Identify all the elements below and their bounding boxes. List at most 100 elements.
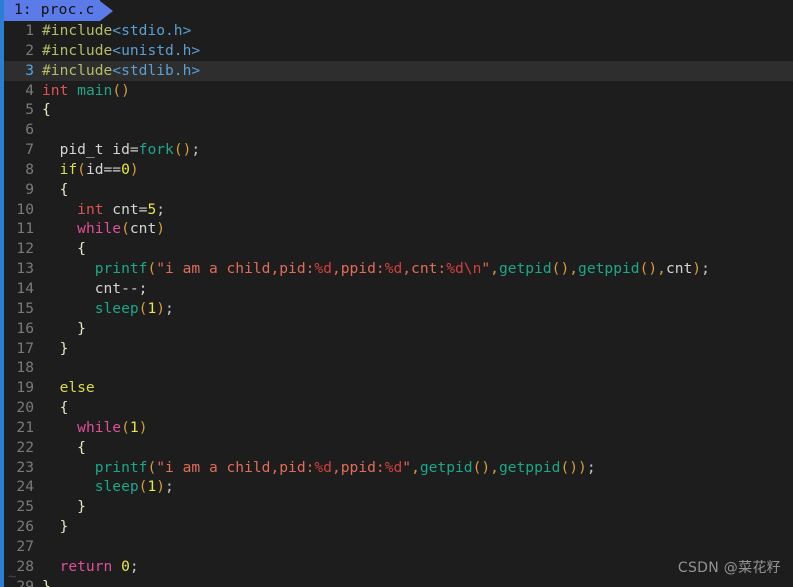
line-source: sleep(1);	[34, 299, 174, 319]
code-token: 1	[130, 419, 139, 436]
line-number: 21	[0, 418, 34, 438]
code-line[interactable]: 21 while(1)	[0, 418, 793, 438]
code-line[interactable]: 16 }	[0, 319, 793, 339]
code-token: ,cnt:	[402, 260, 446, 277]
code-line[interactable]: 20 {	[0, 398, 793, 418]
code-token	[42, 260, 95, 277]
line-source: }	[34, 339, 68, 359]
code-line[interactable]: 23 printf("i am a child,pid:%d,ppid:%d",…	[0, 458, 793, 478]
code-token: ,	[657, 260, 666, 277]
code-token: "i am a child,pid:	[156, 459, 314, 476]
code-line[interactable]: 8 if(id==0)	[0, 160, 793, 180]
code-token: ,	[569, 260, 578, 277]
code-line[interactable]: 4int main()	[0, 81, 793, 101]
line-number: 27	[0, 537, 34, 557]
code-token: ())	[560, 459, 586, 476]
tab-label: 1: proc.c	[4, 0, 100, 21]
code-line[interactable]: 17 }	[0, 339, 793, 359]
code-token: getpid	[420, 459, 473, 476]
code-token: ;	[165, 478, 174, 495]
code-token: "i am a child,pid:	[156, 260, 314, 277]
line-source: {	[34, 438, 86, 458]
line-number: 19	[0, 378, 34, 398]
code-token: cnt--;	[42, 280, 147, 297]
code-token	[42, 439, 77, 456]
code-line[interactable]: 27	[0, 537, 793, 557]
code-token: ,	[490, 260, 499, 277]
code-token	[112, 558, 121, 575]
code-token: %d	[385, 459, 403, 476]
code-line[interactable]: 12 {	[0, 239, 793, 259]
line-number: 28	[0, 557, 34, 577]
code-token: getpid	[499, 260, 552, 277]
line-source: #include<stdio.h>	[34, 21, 191, 41]
code-token	[42, 201, 77, 218]
code-line[interactable]: 13 printf("i am a child,pid:%d,ppid:%d,c…	[0, 259, 793, 279]
line-source: sleep(1);	[34, 477, 174, 497]
code-line[interactable]: 11 while(cnt)	[0, 219, 793, 239]
code-line[interactable]: 24 sleep(1);	[0, 477, 793, 497]
code-line[interactable]: 22 {	[0, 438, 793, 458]
code-token	[42, 558, 60, 575]
tab-arrow-shape	[100, 1, 113, 21]
code-token: sleep	[95, 300, 139, 317]
code-line[interactable]: 5{	[0, 100, 793, 120]
code-token	[42, 161, 60, 178]
line-source: int main()	[34, 81, 130, 101]
code-viewport[interactable]: 1#include<stdio.h>2#include<unistd.h>3#i…	[0, 21, 793, 587]
code-token: )	[692, 260, 701, 277]
code-token	[42, 320, 77, 337]
line-number: 6	[0, 120, 34, 140]
line-number: 16	[0, 319, 34, 339]
code-line[interactable]: 25 }	[0, 497, 793, 517]
code-token: <stdlib.h>	[112, 62, 200, 79]
line-source: {	[34, 100, 51, 120]
code-line[interactable]: 1#include<stdio.h>	[0, 21, 793, 41]
code-line[interactable]: 15 sleep(1);	[0, 299, 793, 319]
code-line[interactable]: 28 return 0;	[0, 557, 793, 577]
code-line[interactable]: 3#include<stdlib.h>	[0, 61, 793, 81]
line-number: 22	[0, 438, 34, 458]
code-token: ;	[191, 141, 200, 158]
code-line[interactable]: 2#include<unistd.h>	[0, 41, 793, 61]
code-line[interactable]: 10 int cnt=5;	[0, 200, 793, 220]
code-token: if	[60, 161, 78, 178]
code-token: "	[402, 459, 411, 476]
code-token: 0	[121, 161, 130, 178]
tab-proc-c[interactable]: 1: proc.c	[4, 0, 113, 21]
code-token: ()	[552, 260, 570, 277]
code-token: cnt	[130, 220, 156, 237]
code-token: }	[60, 340, 69, 357]
line-number: 23	[0, 458, 34, 478]
code-token	[42, 379, 60, 396]
line-source: printf("i am a child,pid:%d,ppid:%d,cnt:…	[34, 259, 710, 279]
line-source: {	[34, 180, 68, 200]
line-source: if(id==0)	[34, 160, 139, 180]
code-token: \n	[464, 260, 482, 277]
line-source: #include<unistd.h>	[34, 41, 200, 61]
code-line[interactable]: 14 cnt--;	[0, 279, 793, 299]
code-token: fork	[139, 141, 174, 158]
code-token	[42, 459, 95, 476]
line-source: return 0;	[34, 557, 139, 577]
code-line[interactable]: 29}	[0, 577, 793, 587]
line-number: 10	[0, 200, 34, 220]
code-line[interactable]: 19 else	[0, 378, 793, 398]
code-token: (	[77, 161, 86, 178]
code-token: ()	[640, 260, 658, 277]
code-token: #include	[42, 22, 112, 39]
code-line[interactable]: 9 {	[0, 180, 793, 200]
code-token: }	[42, 578, 51, 587]
code-token: {	[42, 101, 51, 118]
line-number: 8	[0, 160, 34, 180]
code-token	[42, 478, 95, 495]
code-line[interactable]: 18	[0, 358, 793, 378]
code-token: "	[481, 260, 490, 277]
line-number: 17	[0, 339, 34, 359]
code-line[interactable]: 26 }	[0, 517, 793, 537]
line-source: {	[34, 239, 86, 259]
code-line[interactable]: 7 pid_t id=fork();	[0, 140, 793, 160]
code-token: sleep	[95, 478, 139, 495]
code-token: getppid	[499, 459, 561, 476]
code-line[interactable]: 6	[0, 120, 793, 140]
